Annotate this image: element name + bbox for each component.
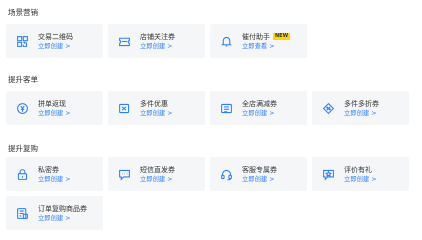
card-service-exclusive-coupon[interactable]: 客服专属券 立即创建 > bbox=[210, 157, 307, 191]
new-badge: NEW bbox=[273, 33, 291, 40]
card-store-full-reduction-coupon[interactable]: 全店满减券 立即创建 > bbox=[210, 91, 307, 125]
coin-icon bbox=[15, 101, 29, 115]
qrcode-icon bbox=[15, 34, 29, 48]
coupon-icon bbox=[219, 101, 233, 115]
card-name: 催付助手 NEW bbox=[242, 32, 291, 42]
card-shop-follow-coupon[interactable]: 店铺关注券 立即创建 > bbox=[108, 24, 205, 58]
card-name: 订单复购商品券 bbox=[38, 204, 87, 213]
create-link[interactable]: 立即创建 > bbox=[344, 175, 376, 184]
bell-icon bbox=[219, 34, 233, 48]
create-link[interactable]: 立即创建 > bbox=[38, 109, 70, 118]
card-sms-coupon[interactable]: 短信直发券 立即创建 > bbox=[108, 157, 205, 191]
lock-icon bbox=[15, 167, 29, 181]
card-name: 拼单返现 bbox=[38, 99, 66, 108]
create-link[interactable]: 立即创建 > bbox=[140, 42, 175, 51]
card-name: 评价有礼 bbox=[344, 165, 372, 174]
create-link[interactable]: 立即创建 > bbox=[242, 175, 277, 184]
create-link[interactable]: 立即创建 > bbox=[140, 175, 175, 184]
create-link[interactable]: 立即创建 > bbox=[38, 175, 70, 184]
message-icon bbox=[117, 167, 131, 181]
create-link[interactable]: 立即创建 > bbox=[242, 109, 277, 118]
raise-order-value-grid: 拼单返现 立即创建 > 多件优惠 立即创建 > 全店满减券 立即创建 > 多件多… bbox=[6, 91, 409, 125]
headset-icon bbox=[219, 167, 233, 181]
card-name: 客服专属券 bbox=[242, 165, 277, 174]
section-title-scene-marketing: 场景营销 bbox=[8, 8, 38, 17]
card-multi-discount-coupon[interactable]: 多件多折券 立即创建 > bbox=[312, 91, 409, 125]
section-title-raise-repurchase: 提升复购 bbox=[8, 144, 38, 153]
raise-repurchase-grid: 私密券 立即创建 > 短信直发券 立即创建 > 客服专属券 立即创建 > 评价有… bbox=[6, 157, 409, 230]
card-multi-item-discount[interactable]: 多件优惠 立即创建 > bbox=[108, 91, 205, 125]
ticket-icon bbox=[117, 34, 131, 48]
card-name: 店铺关注券 bbox=[140, 32, 175, 41]
create-link[interactable]: 立即创建 > bbox=[38, 42, 73, 51]
card-name: 交易二维码 bbox=[38, 32, 73, 41]
card-private-coupon[interactable]: 私密券 立即创建 > bbox=[6, 157, 103, 191]
card-name: 短信直发券 bbox=[140, 165, 175, 174]
card-review-gift[interactable]: 评价有礼 立即创建 > bbox=[312, 157, 409, 191]
card-name: 多件多折券 bbox=[344, 99, 379, 108]
card-payment-reminder[interactable]: 催付助手 NEW 立即查看 > bbox=[210, 24, 307, 58]
section-title-raise-order-value: 提升客单 bbox=[8, 75, 38, 84]
card-name-text: 催付助手 bbox=[242, 32, 270, 41]
discount-tag-icon bbox=[321, 101, 335, 115]
card-name: 多件优惠 bbox=[140, 99, 168, 108]
create-link[interactable]: 立即创建 > bbox=[344, 109, 379, 118]
review-gift-icon bbox=[321, 167, 335, 181]
create-link[interactable]: 立即创建 > bbox=[38, 214, 87, 223]
multi-ticket-icon bbox=[117, 101, 131, 115]
card-name: 全店满减券 bbox=[242, 99, 277, 108]
card-group-cashback[interactable]: 拼单返现 立即创建 > bbox=[6, 91, 103, 125]
card-name: 私密券 bbox=[38, 165, 59, 174]
scene-marketing-grid: 交易二维码 立即创建 > 店铺关注券 立即创建 > 催付助手 NEW 立即查看 > bbox=[6, 24, 409, 58]
order-coupon-icon bbox=[15, 206, 29, 220]
card-order-repurchase-coupon[interactable]: 订单复购商品券 立即创建 > bbox=[6, 196, 103, 230]
create-link[interactable]: 立即创建 > bbox=[140, 109, 172, 118]
view-link[interactable]: 立即查看 > bbox=[242, 42, 290, 51]
card-trade-qrcode[interactable]: 交易二维码 立即创建 > bbox=[6, 24, 103, 58]
